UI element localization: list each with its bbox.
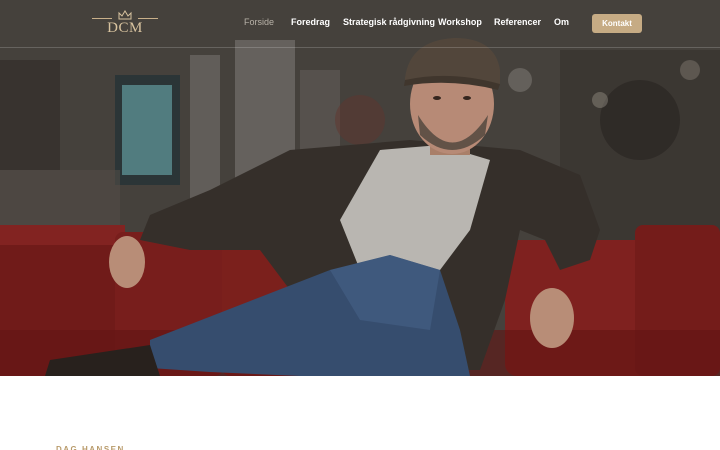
content-section: DAG HANSEN — [0, 376, 720, 450]
contact-button[interactable]: Kontakt — [592, 14, 642, 33]
nav-item-forside[interactable]: Forside — [244, 17, 274, 27]
section-eyebrow: DAG HANSEN — [56, 445, 125, 450]
nav-item-workshop[interactable]: Workshop — [438, 17, 482, 27]
hero-section: DCM Forside Foredrag Strategisk rådgivni… — [0, 0, 720, 376]
nav-item-om[interactable]: Om — [554, 17, 569, 27]
nav-item-referencer[interactable]: Referencer — [494, 17, 541, 27]
nav-item-strategisk-raadgivning[interactable]: Strategisk rådgivning — [343, 17, 435, 27]
nav-item-foredrag[interactable]: Foredrag — [291, 17, 330, 27]
hero-overlay — [0, 0, 720, 376]
site-header: DCM Forside Foredrag Strategisk rådgivni… — [0, 0, 720, 48]
